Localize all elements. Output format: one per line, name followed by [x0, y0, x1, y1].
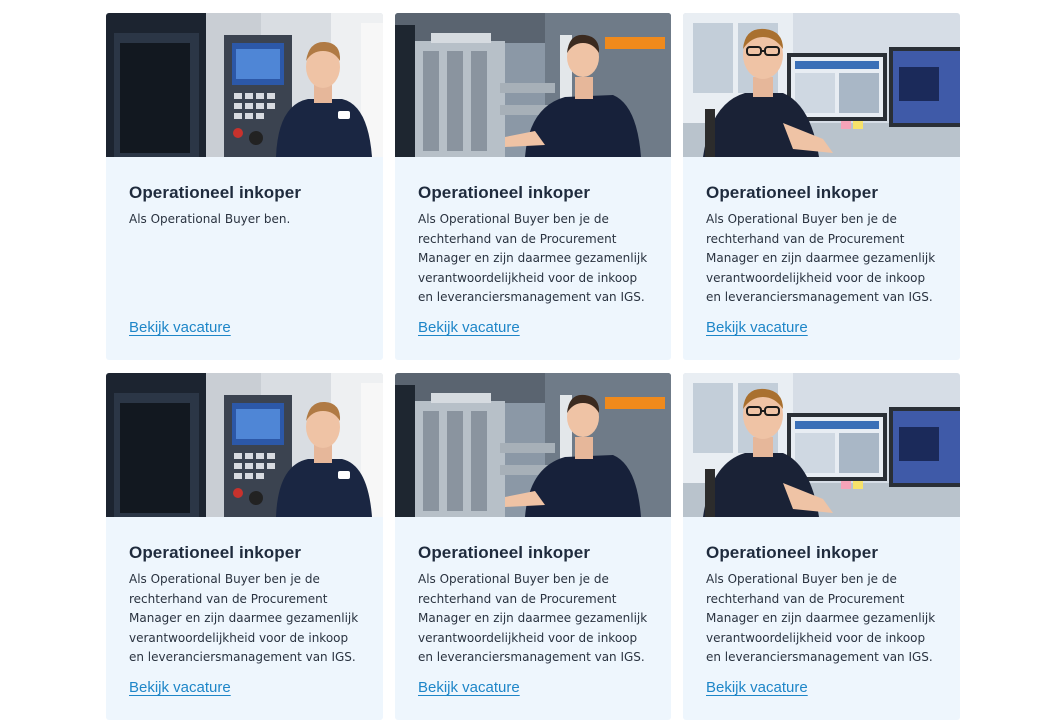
vacancy-photo — [106, 13, 383, 157]
vacancy-photo — [683, 373, 960, 517]
view-vacancy-link[interactable]: Bekijk vacature — [418, 679, 520, 696]
vacancy-photo — [106, 373, 383, 517]
view-vacancy-link[interactable]: Bekijk vacature — [706, 319, 808, 336]
vacancy-description: Als Operational Buyer ben je de rechterh… — [706, 212, 936, 305]
vacancy-title: Operationeel inkoper — [129, 543, 302, 562]
cnc-operator-photo — [106, 13, 383, 157]
vacancy-description: Als Operational Buyer ben je de rechterh… — [129, 572, 359, 665]
view-vacancy-link[interactable]: Bekijk vacature — [129, 679, 231, 696]
vacancy-description: Als Operational Buyer ben je de rechterh… — [418, 212, 648, 305]
cnc-operator-photo — [106, 373, 383, 517]
vacancy-title: Operationeel inkoper — [418, 183, 591, 202]
vacancy-title: Operationeel inkoper — [706, 183, 879, 202]
vacancy-title: Operationeel inkoper — [706, 543, 879, 562]
engineer-computer-photo — [683, 13, 960, 157]
mold-technician-photo — [395, 373, 671, 517]
vacancy-title: Operationeel inkoper — [129, 183, 302, 202]
vacancy-title: Operationeel inkoper — [418, 543, 591, 562]
view-vacancy-link[interactable]: Bekijk vacature — [129, 319, 231, 336]
vacancy-card: Operationeel inkoper Als Operational Buy… — [395, 13, 671, 360]
vacancy-description: Als Operational Buyer ben je de rechterh… — [418, 572, 648, 665]
engineer-computer-photo — [683, 373, 960, 517]
vacancy-card: Operationeel inkoper Als Operational Buy… — [106, 13, 383, 360]
view-vacancy-link[interactable]: Bekijk vacature — [418, 319, 520, 336]
vacancy-description: Als Operational Buyer ben. — [129, 212, 291, 226]
vacancy-card: Operationeel inkoper Als Operational Buy… — [683, 373, 960, 720]
mold-technician-photo — [395, 13, 671, 157]
view-vacancy-link[interactable]: Bekijk vacature — [706, 679, 808, 696]
vacancy-photo — [683, 13, 960, 157]
vacancy-card: Operationeel inkoper Als Operational Buy… — [395, 373, 671, 720]
vacancy-card: Operationeel inkoper Als Operational Buy… — [106, 373, 383, 720]
vacancy-card: Operationeel inkoper Als Operational Buy… — [683, 13, 960, 360]
vacancy-photo — [395, 13, 671, 157]
vacancy-description: Als Operational Buyer ben je de rechterh… — [706, 572, 936, 665]
vacancy-photo — [395, 373, 671, 517]
vacancy-grid: Operationeel inkoper Als Operational Buy… — [106, 13, 960, 720]
